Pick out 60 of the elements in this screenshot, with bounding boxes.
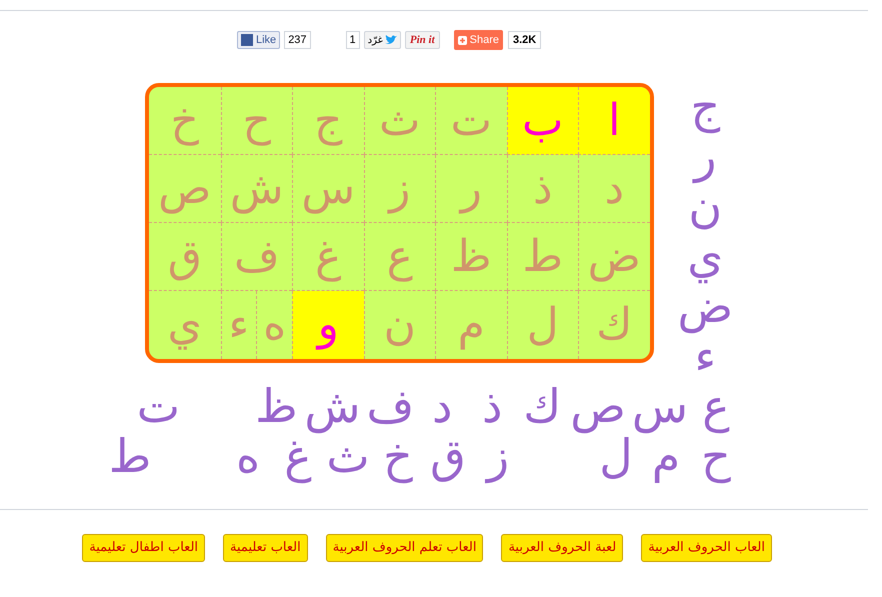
letter-tile[interactable]: ك <box>578 291 650 359</box>
letter-piece[interactable]: ذ <box>468 381 516 431</box>
letter-piece[interactable]: ص <box>568 381 628 431</box>
link-button[interactable]: لعبة الحروف العربية <box>501 534 624 562</box>
letter-tile[interactable]: ي <box>149 291 220 359</box>
letter-tile[interactable]: ز <box>364 155 435 223</box>
letter-tile[interactable]: ذ <box>506 155 578 223</box>
letter-piece[interactable]: ف <box>364 381 416 431</box>
letter-tile[interactable]: ث <box>364 87 435 155</box>
link-button[interactable]: العاب اطفال تعليمية <box>82 534 206 562</box>
letter-piece[interactable]: ج <box>690 81 720 131</box>
letter-piece[interactable]: ظ <box>252 381 300 431</box>
letter-tile[interactable]: ح <box>220 87 292 155</box>
like-count: 237 <box>284 31 311 49</box>
letter-piece[interactable]: ث <box>324 431 372 481</box>
letter-piece[interactable]: ط <box>106 431 154 481</box>
plus-icon <box>458 36 467 44</box>
letter-piece[interactable]: ق <box>424 431 472 481</box>
letter-piece[interactable]: ل <box>592 431 640 481</box>
letter-tile[interactable]: ض <box>578 223 650 291</box>
letter-piece[interactable]: ت <box>134 381 182 431</box>
tweet-count: 1 <box>346 31 360 49</box>
letter-tile[interactable]: ش <box>220 155 292 223</box>
letter-tile[interactable]: ر <box>435 155 506 223</box>
letter-tile[interactable]: ه <box>256 291 292 359</box>
pin-it-button[interactable]: Pin it <box>404 31 440 49</box>
letter-tile[interactable]: ب <box>506 87 578 155</box>
share-button[interactable]: Share <box>454 30 503 50</box>
letter-tile[interactable]: خ <box>149 87 220 155</box>
tweet-button[interactable]: غرّد <box>364 31 401 49</box>
letter-tile[interactable]: ل <box>506 291 578 359</box>
link-button[interactable]: العاب الحروف العربية <box>641 534 772 562</box>
letter-tile[interactable]: س <box>292 155 364 223</box>
letter-piece[interactable]: ش <box>302 381 363 431</box>
letter-tile[interactable]: ف <box>220 223 292 291</box>
letter-tile[interactable]: ط <box>506 223 578 291</box>
letter-tile[interactable]: ظ <box>435 223 506 291</box>
bird-icon <box>384 35 397 45</box>
letter-piece[interactable]: خ <box>374 431 422 481</box>
letter-tile[interactable]: م <box>435 291 506 359</box>
letter-tile[interactable]: و <box>292 291 364 359</box>
letter-tile[interactable]: ج <box>292 87 364 155</box>
letter-tile[interactable]: ء <box>220 291 256 359</box>
letter-piece[interactable]: ع <box>692 381 740 431</box>
letter-tile[interactable]: ا <box>578 87 650 155</box>
letter-piece[interactable]: د <box>418 381 466 431</box>
letter-piece[interactable]: ه <box>224 431 272 481</box>
letter-tile[interactable]: ت <box>435 87 506 155</box>
letter-tile[interactable]: د <box>578 155 650 223</box>
like-button[interactable]: Like <box>237 31 280 49</box>
link-button[interactable]: العاب تعليمية <box>223 534 308 562</box>
letter-tile[interactable]: ع <box>364 223 435 291</box>
letter-piece[interactable]: ك <box>518 381 566 431</box>
letter-piece[interactable]: ي <box>687 231 724 281</box>
letter-piece[interactable]: س <box>630 381 690 431</box>
letter-piece[interactable]: ز <box>474 431 522 481</box>
link-button[interactable]: العاب تعلم الحروف العربية <box>326 534 484 562</box>
letter-tile[interactable]: ص <box>149 155 220 223</box>
letter-tile[interactable]: ق <box>149 223 220 291</box>
share-count: 3.2K <box>508 31 542 49</box>
